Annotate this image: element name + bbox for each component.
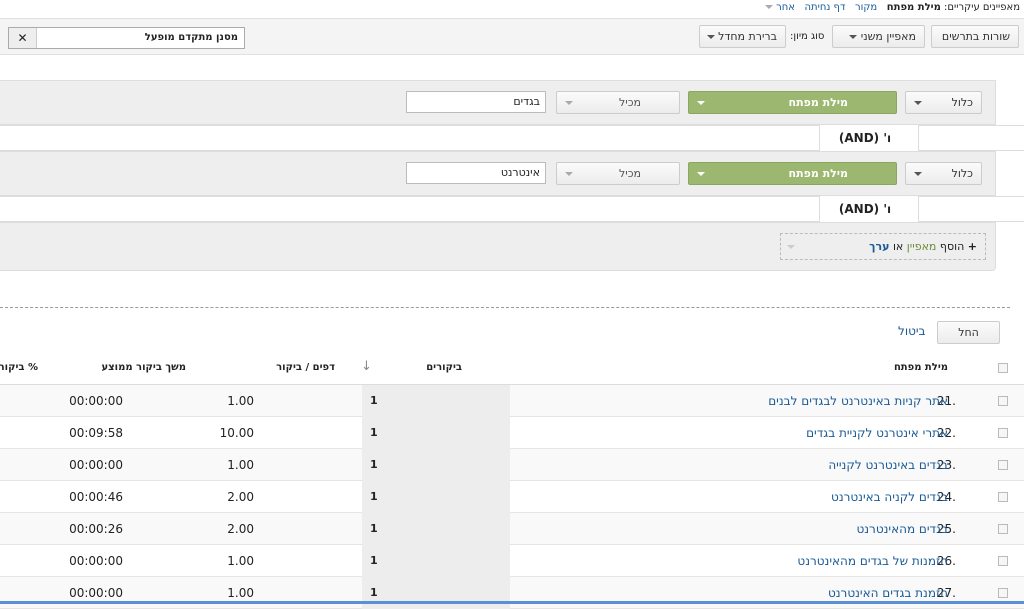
filter-value-input-1[interactable]: בגדים bbox=[406, 91, 546, 113]
header-pages-per-visit[interactable]: דפים / ביקור bbox=[276, 362, 335, 373]
header-visits[interactable]: ביקורים bbox=[426, 362, 462, 373]
filter-value-input-2[interactable]: אינטרנט bbox=[406, 162, 546, 184]
primary-dimension-label: מאפיינים עיקריים: bbox=[944, 2, 1020, 13]
select-all-checkbox[interactable] bbox=[998, 363, 1008, 373]
keyword-link[interactable]: בגדים באינטרנט לקנייה bbox=[828, 449, 948, 481]
header-keyword[interactable]: מילת מפתח bbox=[894, 362, 948, 373]
primary-dimension-nav: מאפיינים עיקריים: מילת מפתח מקור דף נחית… bbox=[764, 0, 1020, 18]
close-filter-button[interactable]: ✕ bbox=[9, 28, 37, 48]
and-spacer-1 bbox=[0, 125, 820, 151]
keyword-link[interactable]: אתר קניות באינטרנט לבגדים לבנים bbox=[768, 385, 948, 417]
pages-per-visit-cell: 2.00 bbox=[227, 522, 254, 536]
sort-type-dropdown[interactable]: ברירת מחדל bbox=[699, 25, 786, 48]
chevron-down-icon bbox=[706, 35, 715, 39]
table-row: 21. אתר קניות באינטרנט לבגדים לבנים 1 1.00 0… bbox=[0, 385, 1024, 417]
table-row: 27. הזמנת בגדים האינטרנט 1 1.00 00:00:00 bbox=[0, 577, 1024, 609]
dimension-dropdown-1[interactable]: מילת מפתח bbox=[688, 91, 897, 114]
row-checkbox[interactable] bbox=[998, 492, 1008, 502]
visits-cell: 1 bbox=[362, 417, 510, 449]
chevron-down-icon bbox=[697, 101, 705, 105]
nav-source[interactable]: מקור bbox=[855, 2, 877, 13]
keyword-link[interactable]: הזמנת בגדים האינטרנט bbox=[828, 577, 948, 609]
avg-duration-cell: 00:00:00 bbox=[69, 586, 123, 600]
avg-duration-cell: 00:00:00 bbox=[69, 394, 123, 408]
keyword-link[interactable]: אתרי אינטרנט לקניית בגדים bbox=[806, 417, 948, 449]
include-dropdown-2[interactable]: כלול bbox=[905, 162, 982, 185]
table-row: 24. בגדים לקניה באינטרנט 1 2.00 00:00:46 bbox=[0, 481, 1024, 513]
row-checkbox[interactable] bbox=[998, 428, 1008, 438]
chevron-down-icon bbox=[697, 172, 705, 176]
divider bbox=[0, 307, 1010, 308]
keyword-link[interactable]: הזמנות של בגדים מהאינטרנט bbox=[797, 545, 948, 577]
table-row: 23. בגדים באינטרנט לקנייה 1 1.00 00:00:00 bbox=[0, 449, 1024, 481]
row-checkbox[interactable] bbox=[998, 588, 1008, 598]
chevron-down-icon bbox=[787, 245, 795, 249]
and-spacer-right-2 bbox=[918, 196, 1024, 222]
pages-per-visit-cell: 10.00 bbox=[219, 426, 254, 440]
table-row: 26. הזמנות של בגדים מהאינטרנט 1 1.00 00:00:0… bbox=[0, 545, 1024, 577]
avg-duration-cell: 00:00:00 bbox=[69, 458, 123, 472]
and-label-1: ו' (AND) bbox=[838, 131, 892, 145]
row-checkbox[interactable] bbox=[998, 524, 1008, 534]
visits-cell: 1 bbox=[362, 545, 510, 577]
header-percent-visits[interactable]: % ביקור bbox=[0, 362, 38, 373]
row-checkbox[interactable] bbox=[998, 460, 1008, 470]
advanced-filter-label: מסנן מתקדם מופעל bbox=[144, 32, 238, 43]
match-type-dropdown-1[interactable]: מכיל bbox=[556, 91, 680, 114]
visits-cell: 1 bbox=[362, 449, 510, 481]
pages-per-visit-cell: 1.00 bbox=[227, 394, 254, 408]
keyword-link[interactable]: בגדים לקניה באינטרנט bbox=[831, 481, 948, 513]
and-spacer-2 bbox=[0, 196, 820, 222]
nav-keyword-active[interactable]: מילת מפתח bbox=[887, 2, 941, 13]
avg-duration-cell: 00:00:26 bbox=[69, 522, 123, 536]
row-checkbox[interactable] bbox=[998, 556, 1008, 566]
chevron-down-icon bbox=[565, 172, 573, 176]
and-label-2: ו' (AND) bbox=[838, 202, 892, 216]
visits-cell: 1 bbox=[362, 577, 510, 609]
include-dropdown-1[interactable]: כלול bbox=[905, 91, 982, 114]
sort-arrow-down-icon[interactable]: ↓ bbox=[361, 359, 372, 374]
visits-cell: 1 bbox=[362, 385, 510, 417]
sort-type-label: סוג מיון: bbox=[790, 31, 825, 42]
header-avg-duration[interactable]: משך ביקור ממוצע bbox=[101, 362, 186, 373]
visits-cell: 1 bbox=[362, 513, 510, 545]
dimension-dropdown-2[interactable]: מילת מפתח bbox=[688, 162, 897, 185]
pages-per-visit-cell: 2.00 bbox=[227, 490, 254, 504]
avg-duration-cell: 00:00:00 bbox=[69, 554, 123, 568]
plot-rows-button[interactable]: שורות בתרשים bbox=[931, 25, 1019, 48]
row-checkbox[interactable] bbox=[998, 396, 1008, 406]
cancel-link[interactable]: ביטול bbox=[898, 324, 926, 338]
avg-duration-cell: 00:00:46 bbox=[69, 490, 123, 504]
chevron-down-icon bbox=[764, 5, 773, 9]
avg-duration-cell: 00:09:58 bbox=[69, 426, 123, 440]
chevron-down-icon bbox=[914, 172, 922, 176]
nav-landing-page[interactable]: דף נחיתה bbox=[805, 2, 846, 13]
and-spacer-right-1 bbox=[918, 125, 1024, 151]
nav-other[interactable]: אחר bbox=[764, 2, 795, 13]
match-type-dropdown-2[interactable]: מכיל bbox=[556, 162, 680, 185]
pages-per-visit-cell: 1.00 bbox=[227, 586, 254, 600]
chevron-down-icon bbox=[849, 35, 858, 39]
pages-per-visit-cell: 1.00 bbox=[227, 554, 254, 568]
chevron-down-icon bbox=[565, 101, 573, 105]
chevron-down-icon bbox=[914, 101, 922, 105]
table-row: 25. בגדים מהאינטרנט 1 2.00 00:00:26 bbox=[0, 513, 1024, 545]
secondary-dimension-button[interactable]: מאפיין משני bbox=[832, 25, 925, 48]
keyword-link[interactable]: בגדים מהאינטרנט bbox=[856, 513, 948, 545]
pages-per-visit-cell: 1.00 bbox=[227, 458, 254, 472]
visits-cell: 1 bbox=[362, 481, 510, 513]
add-dimension-or-metric-button[interactable]: + הוסף מאפיין או ערך bbox=[780, 233, 986, 260]
table-row: 22. אתרי אינטרנט לקניית בגדים 1 10.00 00:09:… bbox=[0, 417, 1024, 449]
apply-button[interactable]: החל bbox=[937, 321, 1000, 344]
advanced-filter-indicator: ✕ מסנן מתקדם מופעל bbox=[8, 27, 245, 49]
